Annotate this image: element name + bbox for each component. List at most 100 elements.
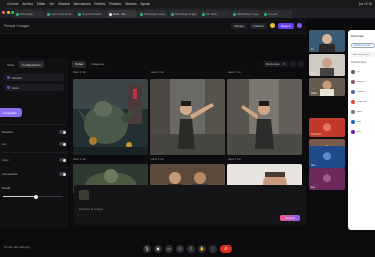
tab-all[interactable]: Todas xyxy=(72,60,87,68)
upgrade-button[interactable]: Mejorar xyxy=(277,22,294,29)
people-list-item[interactable]: Nico xyxy=(351,120,375,124)
chevron-down-icon: ▾ xyxy=(283,62,285,66)
minimize-window-icon[interactable] xyxy=(6,11,10,14)
emoji-icon[interactable]: ☺ xyxy=(176,244,184,253)
browser-tab[interactable]: Sin título xyxy=(200,10,230,18)
image-meta: Hace 3 min xyxy=(151,158,165,161)
menu-item[interactable]: Historial xyxy=(58,2,70,6)
tab-label: Nueva Pestaña xyxy=(82,12,102,16)
close-window-icon[interactable] xyxy=(2,11,5,14)
model-label: Modelo xyxy=(12,75,22,80)
divider xyxy=(2,124,66,125)
end-call-button[interactable]: ✆ xyxy=(220,244,232,253)
generated-image[interactable] xyxy=(227,79,302,155)
avatar[interactable] xyxy=(297,23,302,28)
participant-tile[interactable]: Sofía xyxy=(309,54,345,76)
list-view-icon[interactable] xyxy=(298,61,304,67)
menu-item[interactable]: Ver xyxy=(49,2,54,6)
browser-tab[interactable]: WhatsApp Image xyxy=(138,10,168,18)
people-list-item[interactable]: Pablo R. xyxy=(351,90,375,94)
style-field[interactable]: Estilo xyxy=(4,84,64,91)
maximize-window-icon[interactable] xyxy=(11,11,14,14)
participant-tile[interactable]: Nico xyxy=(309,146,345,168)
generated-image[interactable] xyxy=(150,79,225,155)
camera-icon[interactable]: ▣ xyxy=(154,244,162,253)
person-name: Tú xyxy=(357,71,360,73)
setting-row: Luz xyxy=(2,142,66,146)
avatar xyxy=(351,80,355,84)
people-list-item[interactable]: Tomás Gil xyxy=(351,100,375,104)
detail-slider[interactable] xyxy=(3,194,63,199)
tab-settings[interactable]: Configuración xyxy=(19,61,44,68)
tab-label: Meet - Ro... xyxy=(113,12,128,16)
tab-favicon-icon xyxy=(233,12,236,16)
people-list-item[interactable]: Sofía M. xyxy=(351,80,375,84)
menu-item[interactable]: Pestaña xyxy=(109,2,121,6)
people-list-item[interactable]: Eva xyxy=(351,130,375,134)
person-name: Sofía M. xyxy=(357,81,366,83)
browser-tab-bar: WhatsApp Cam & Accounts Nueva Pestaña Me… xyxy=(0,8,375,18)
grid-view-icon[interactable] xyxy=(290,61,296,67)
notification-icon[interactable] xyxy=(269,23,275,28)
image-meta: Hace 2 min xyxy=(73,158,87,161)
model-field[interactable]: Modelo xyxy=(4,74,64,81)
setting-label: Composición xyxy=(2,172,19,176)
generate-button[interactable]: Generar xyxy=(280,215,300,221)
setting-toggle[interactable] xyxy=(59,172,66,176)
menu-item[interactable]: Chrome xyxy=(7,2,18,6)
add-people-button[interactable]: Añadir personas xyxy=(351,43,375,48)
setting-label: Relación xyxy=(2,130,13,134)
reference-thumbnail[interactable] xyxy=(79,190,89,200)
tab-favicon-icon xyxy=(16,12,19,16)
browser-tab[interactable]: WhatsApp Image xyxy=(231,10,261,18)
style-pill[interactable]: Fotográfico xyxy=(0,108,22,117)
tab-images[interactable]: Imágenes xyxy=(88,61,107,68)
participant-tile[interactable]: Tomás Gil xyxy=(309,118,345,137)
browser-tab-active[interactable]: Meet - Ro... xyxy=(107,10,137,18)
tab-table[interactable]: Tabla xyxy=(4,61,17,68)
tab-favicon-icon xyxy=(78,12,81,16)
raise-hand-icon[interactable]: ✋ xyxy=(198,244,206,253)
prompt-box[interactable]: Describe tu imagen... Generar xyxy=(74,185,306,225)
menu-item[interactable]: Ventana xyxy=(125,2,137,6)
people-search-input[interactable]: Buscar personas xyxy=(351,52,375,57)
setting-toggle[interactable] xyxy=(59,142,66,146)
setting-label: Color xyxy=(2,158,9,162)
people-list-item[interactable]: Irene xyxy=(351,110,375,114)
setting-toggle[interactable] xyxy=(59,158,66,162)
participant-avatar xyxy=(323,122,331,131)
menu-item[interactable]: Ayuda xyxy=(141,2,150,6)
sort-select-label: Recientes xyxy=(266,62,280,66)
browser-tab[interactable]: Nueva Pestaña xyxy=(76,10,106,18)
call-controls: 🎙 ▣ ▭ ☺ ⇪ ✋ ⋮ ✆ xyxy=(0,240,375,257)
browser-tab[interactable]: Freepik xyxy=(262,10,292,18)
menu-item[interactable]: Archivo xyxy=(22,2,33,6)
microphone-icon[interactable]: 🎙 xyxy=(143,244,151,253)
participant-name: Eva xyxy=(311,187,315,189)
browser-tab[interactable]: WhatsApp xyxy=(14,10,44,18)
setting-toggle[interactable] xyxy=(59,130,66,134)
generated-image[interactable] xyxy=(73,79,148,155)
more-options-icon[interactable]: ⋮ xyxy=(209,244,217,253)
slider-knob[interactable] xyxy=(34,194,38,199)
participant-avatar xyxy=(323,152,331,161)
settings-panel: Tabla Configuración Modelo Estilo Fotogr… xyxy=(0,58,68,228)
menu-item[interactable]: Perfiles xyxy=(94,2,105,6)
browser-tab[interactable]: WhatsApp Image xyxy=(169,10,199,18)
participant-tile[interactable]: Pablo xyxy=(309,78,345,96)
setting-row: Detalle xyxy=(2,186,66,190)
captions-icon[interactable]: ▭ xyxy=(165,244,173,253)
browser-tab[interactable]: Cam & Accounts xyxy=(45,10,75,18)
menu-item[interactable]: Marcadores xyxy=(74,2,91,6)
people-list-item[interactable]: Tú xyxy=(351,70,375,74)
plans-button[interactable]: Planes xyxy=(231,22,247,29)
participant-tile[interactable]: Eva xyxy=(309,168,345,190)
participant-tile[interactable]: Tú xyxy=(309,30,345,52)
menu-item[interactable]: Editar xyxy=(37,2,45,6)
sort-select[interactable]: Recientes ▾ xyxy=(263,61,288,67)
credits-button[interactable]: Créditos xyxy=(249,22,267,29)
tab-label: WhatsApp Image xyxy=(144,12,166,16)
person-name: Nico xyxy=(357,121,362,123)
present-icon[interactable]: ⇪ xyxy=(187,244,195,253)
breadcrumb[interactable]: Freepik / Imagen xyxy=(4,24,29,28)
